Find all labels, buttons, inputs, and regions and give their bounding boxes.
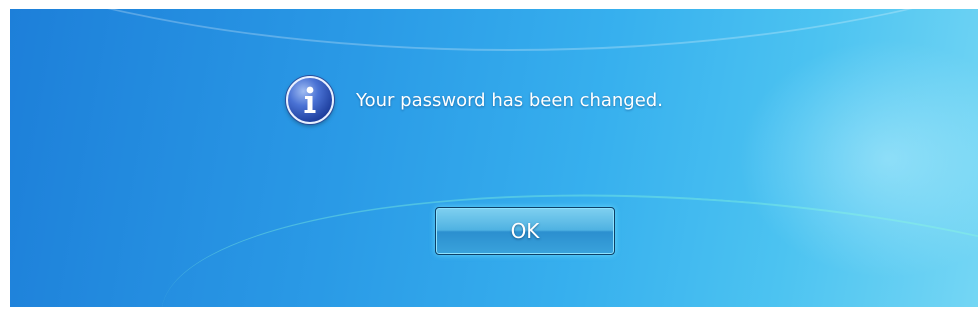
message-text: Your password has been changed. [356,89,663,111]
ok-button[interactable]: OK [435,207,615,255]
message-row: Your password has been changed. [286,76,663,124]
info-icon [286,76,334,124]
logon-screen-background: Your password has been changed. OK [10,9,978,307]
background-glow [738,39,978,279]
